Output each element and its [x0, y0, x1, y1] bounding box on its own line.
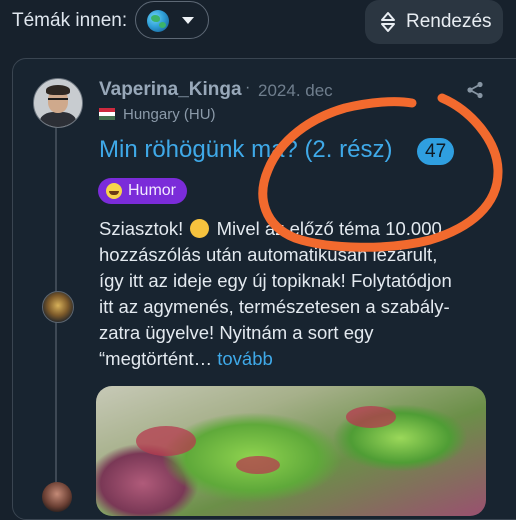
sort-label: Rendezés	[406, 11, 492, 32]
meta-separator: ·	[245, 79, 251, 96]
post-date: 2024. dec	[258, 81, 333, 100]
excerpt-line: hozzászólás után automatikusan lezárult,	[99, 244, 438, 265]
excerpt-line: “megtörtént… tovább	[99, 348, 273, 369]
excerpt-line: zatra ügyelve! Nyitnám a sort egy	[99, 322, 374, 343]
topic-title-link[interactable]: Min röhögünk ma? (2. rész)	[99, 136, 392, 164]
excerpt-line: itt az agymenés, természetesen a szabály…	[99, 296, 450, 317]
hungary-flag-icon	[99, 108, 115, 120]
topics-source-dropdown[interactable]	[135, 1, 209, 39]
category-tag-humor[interactable]: Humor	[98, 178, 188, 204]
top-bar: Témák innen: Rendezés	[0, 0, 516, 50]
excerpt-line: Sziasztok! Mivel az előző téma 10.000	[99, 218, 442, 239]
post-excerpt: Sziasztok! Mivel az előző téma 10.000 ho…	[99, 216, 491, 372]
globe-icon	[147, 10, 169, 32]
share-icon[interactable]	[466, 81, 484, 99]
participant-avatar[interactable]	[42, 291, 74, 323]
post-image[interactable]	[96, 386, 486, 516]
reply-count-badge: 47	[417, 138, 455, 165]
hugging-face-icon	[190, 219, 210, 238]
username-link[interactable]: Vaperina_Kinga	[99, 79, 242, 101]
sliders-icon	[381, 12, 395, 32]
grinning-face-icon	[106, 183, 122, 199]
country-label: Hungary (HU)	[123, 106, 216, 123]
participant-avatar[interactable]	[42, 482, 72, 512]
chevron-down-icon	[182, 17, 194, 24]
sort-button[interactable]: Rendezés	[365, 0, 503, 44]
avatar[interactable]	[33, 78, 83, 128]
tag-label: Humor	[128, 182, 177, 199]
excerpt-line: így itt az ideje egy új topiknak! Folyta…	[99, 270, 452, 291]
topics-label: Témák innen:	[12, 10, 128, 31]
read-more-link[interactable]: tovább	[217, 348, 273, 369]
